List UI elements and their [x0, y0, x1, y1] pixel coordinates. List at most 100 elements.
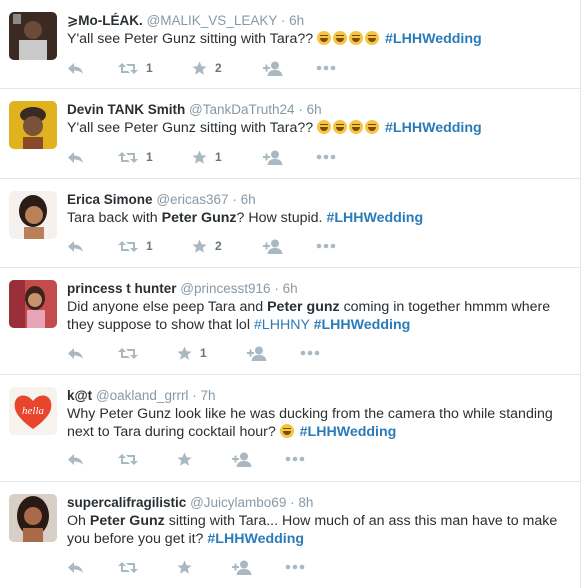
tweet[interactable]: supercalifragilistic @Juicylambo69 · 8h …: [0, 482, 581, 588]
tweet[interactable]: Devin TANK Smith @TankDaTruth24 · 6h Y'a…: [0, 89, 581, 179]
sweat-smile-emoji-icon: [279, 424, 294, 438]
display-name[interactable]: Erica Simone: [67, 192, 153, 207]
favorite-count: 1: [200, 346, 207, 360]
follow-button[interactable]: [263, 59, 283, 77]
reply-arrow-icon: [68, 347, 83, 359]
more-dots-icon: [300, 350, 320, 356]
retweet-count: 1: [146, 150, 153, 164]
avatar[interactable]: [9, 12, 57, 60]
reply-button[interactable]: [67, 344, 84, 362]
star-icon: [192, 150, 207, 164]
more-button[interactable]: [316, 59, 336, 77]
favorite-button[interactable]: [177, 450, 200, 468]
tweet-text: Tara back with Peter Gunz? How stupid. #…: [67, 210, 424, 226]
follow-button[interactable]: [232, 450, 252, 468]
display-name[interactable]: ⩾Mo-LÉAK.: [67, 13, 143, 28]
laughing-emoji-icon: [317, 120, 332, 134]
avatar-hella-text: hella: [22, 405, 44, 417]
reply-arrow-icon: [68, 240, 83, 252]
star-icon: [192, 239, 207, 253]
timestamp[interactable]: 6h: [289, 13, 304, 28]
timestamp[interactable]: 7h: [200, 388, 215, 403]
more-dots-icon: [285, 564, 305, 570]
favorite-button[interactable]: 2: [192, 237, 222, 255]
username[interactable]: @MALIK_VS_LEAKY: [147, 13, 278, 28]
laughing-emoji-icon: [349, 31, 364, 45]
tweet[interactable]: Erica Simone @ericas367 · 6h Tara back w…: [0, 179, 581, 268]
username[interactable]: @ericas367: [156, 192, 228, 207]
more-button[interactable]: [300, 344, 320, 362]
retweet-icon: [118, 62, 138, 74]
retweet-button[interactable]: 1: [118, 237, 153, 255]
favorite-button[interactable]: 1: [177, 344, 207, 362]
retweet-icon: [118, 240, 138, 252]
tweet-text: Did anyone else peep Tara and Peter gunz…: [67, 299, 551, 333]
hashtag-link[interactable]: #LHHWedding: [326, 210, 423, 226]
timestamp[interactable]: 6h: [241, 192, 256, 207]
favorite-button[interactable]: 1: [192, 148, 222, 166]
add-user-icon: [232, 452, 252, 467]
timestamp[interactable]: 8h: [298, 495, 313, 510]
username[interactable]: @oakland_grrrl: [96, 388, 189, 403]
reply-button[interactable]: [67, 148, 84, 166]
reply-button[interactable]: [67, 59, 84, 77]
username[interactable]: @princesst916: [180, 281, 270, 296]
laughing-emoji-icon: [317, 31, 332, 45]
star-icon: [192, 61, 207, 75]
hashtag-link[interactable]: #LHHWedding: [314, 317, 411, 333]
retweet-button[interactable]: [118, 450, 146, 468]
reply-button[interactable]: [67, 558, 84, 576]
retweet-button[interactable]: 1: [118, 148, 153, 166]
more-dots-icon: [285, 456, 305, 462]
add-user-icon: [263, 61, 283, 76]
more-button[interactable]: [285, 558, 305, 576]
hashtag-link[interactable]: #LHHWedding: [207, 531, 304, 547]
star-icon: [177, 452, 192, 466]
more-dots-icon: [316, 65, 336, 71]
username[interactable]: @Juicylambo69: [190, 495, 286, 510]
tweet[interactable]: princess t hunter @princesst916 · 6h Did…: [0, 268, 581, 375]
favorite-button[interactable]: [177, 558, 200, 576]
reply-arrow-icon: [68, 151, 83, 163]
follow-button[interactable]: [247, 344, 267, 362]
follow-button[interactable]: [232, 558, 252, 576]
hashtag-link[interactable]: #LHHWedding: [300, 424, 397, 440]
avatar[interactable]: [9, 280, 57, 328]
follow-button[interactable]: [263, 148, 283, 166]
timestamp[interactable]: 6h: [283, 281, 298, 296]
avatar[interactable]: [9, 101, 57, 149]
follow-button[interactable]: [263, 237, 283, 255]
reply-button[interactable]: [67, 237, 84, 255]
username[interactable]: @TankDaTruth24: [189, 102, 295, 117]
hashtag-link[interactable]: #LHHWedding: [385, 31, 482, 47]
more-button[interactable]: [316, 237, 336, 255]
retweet-button[interactable]: [118, 558, 146, 576]
tweet[interactable]: hella k@t @oakland_grrrl · 7h Why Peter …: [0, 375, 581, 482]
reply-arrow-icon: [68, 62, 83, 74]
tweet[interactable]: ⩾Mo-LÉAK. @MALIK_VS_LEAKY · 6h Y'all see…: [0, 0, 581, 89]
reply-button[interactable]: [67, 450, 84, 468]
add-user-icon: [247, 346, 267, 361]
avatar[interactable]: hella: [9, 387, 57, 435]
display-name[interactable]: princess t hunter: [67, 281, 177, 296]
hashtag-link[interactable]: #LHHNY: [254, 317, 310, 333]
retweet-icon: [118, 347, 138, 359]
retweet-icon: [118, 561, 138, 573]
reply-arrow-icon: [68, 561, 83, 573]
display-name[interactable]: supercalifragilistic: [67, 495, 186, 510]
timestamp[interactable]: 6h: [307, 102, 322, 117]
more-button[interactable]: [285, 450, 305, 468]
retweet-button[interactable]: [118, 344, 146, 362]
more-button[interactable]: [316, 148, 336, 166]
tweet-text: Oh Peter Gunz sitting with Tara... How m…: [67, 513, 558, 547]
avatar[interactable]: [9, 494, 57, 542]
display-name[interactable]: k@t: [67, 388, 92, 403]
display-name[interactable]: Devin TANK Smith: [67, 102, 185, 117]
reply-arrow-icon: [68, 453, 83, 465]
avatar[interactable]: [9, 191, 57, 239]
retweet-icon: [118, 453, 138, 465]
add-user-icon: [263, 239, 283, 254]
hashtag-link[interactable]: #LHHWedding: [385, 120, 482, 136]
retweet-button[interactable]: 1: [118, 59, 153, 77]
favorite-button[interactable]: 2: [192, 59, 222, 77]
